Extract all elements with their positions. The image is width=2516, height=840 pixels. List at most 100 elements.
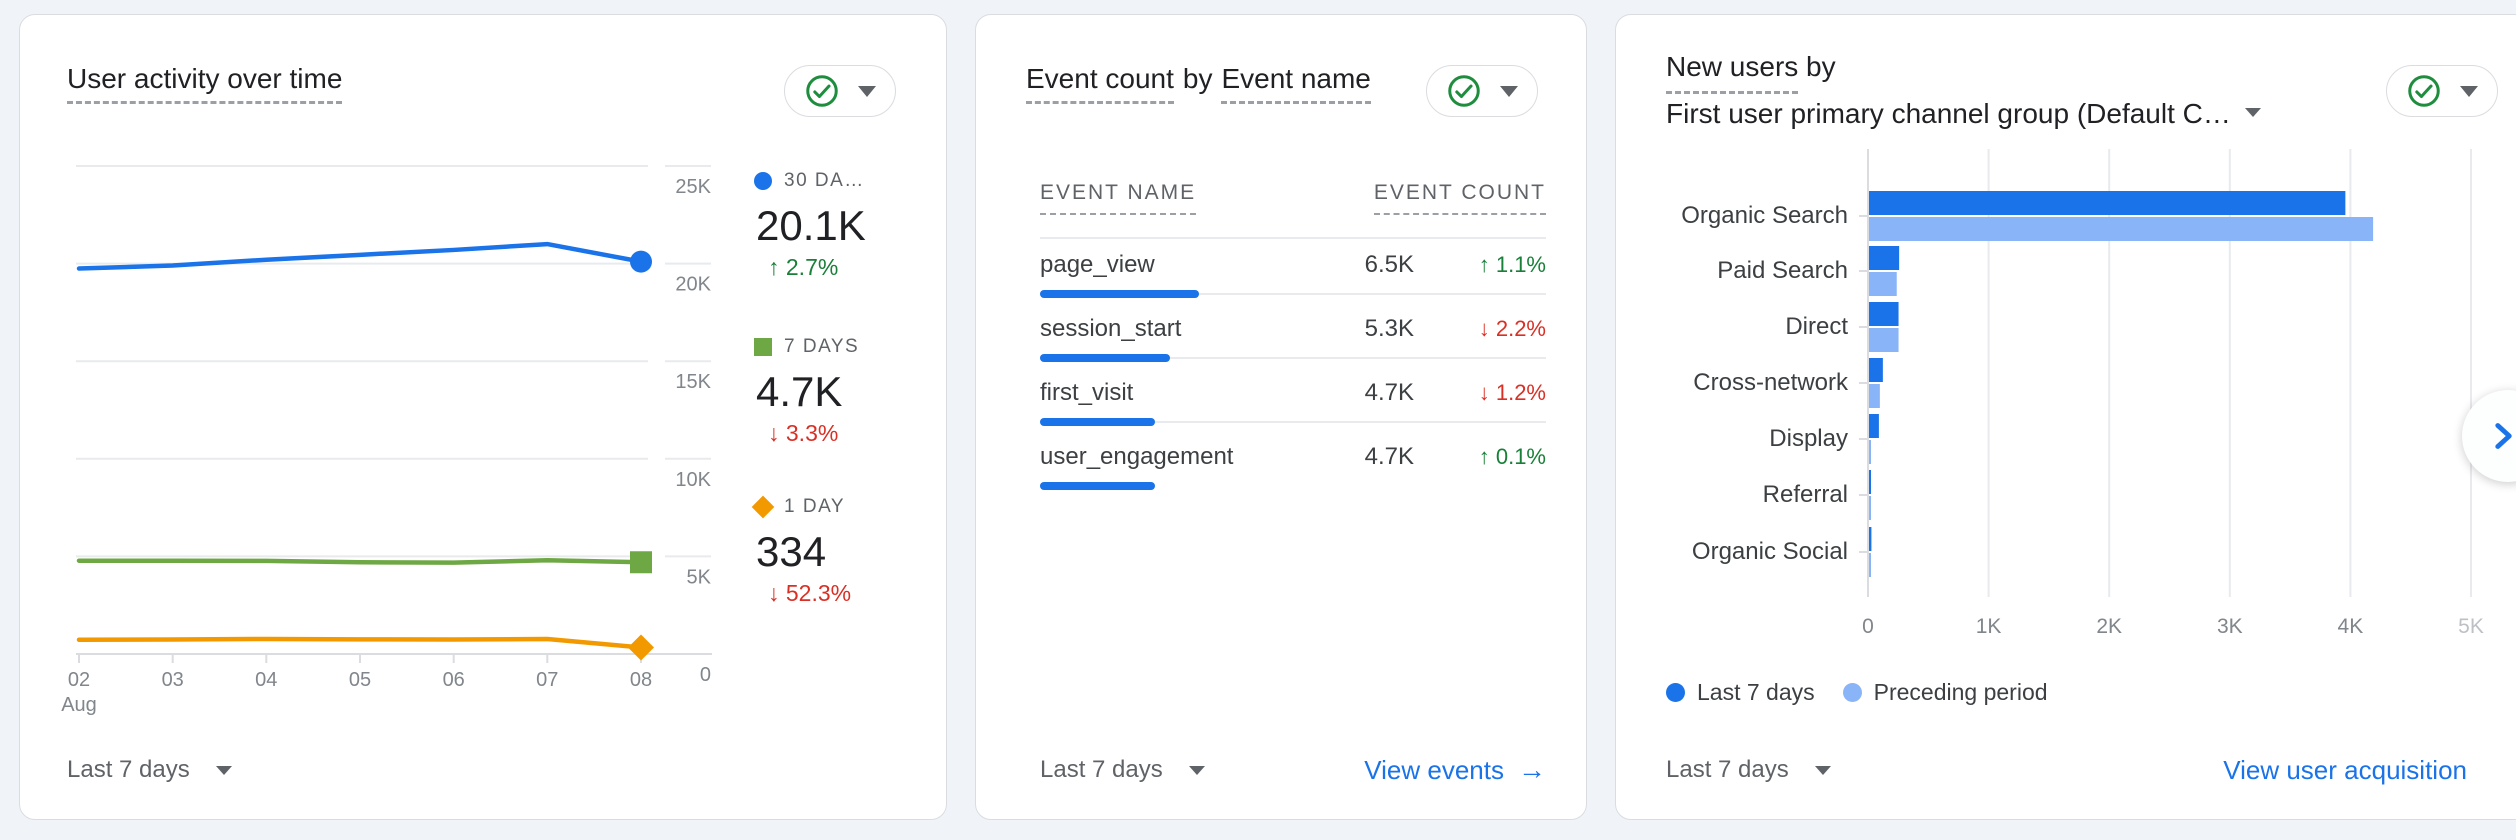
series-marker-30-days (754, 172, 772, 190)
bar-chart-legend: Last 7 days Preceding period (1666, 679, 2048, 706)
svg-text:5K: 5K (687, 566, 712, 588)
event-change: ↓ 1.2% (1414, 380, 1546, 406)
dimension-term-event-name[interactable]: Event name (1221, 63, 1370, 104)
svg-text:10K: 10K (675, 469, 711, 491)
data-quality-button[interactable] (1426, 65, 1538, 117)
card-title-event-count: Event countbyEvent name (1026, 63, 1371, 104)
category-label: Paid Search (1616, 255, 1848, 287)
svg-text:5K: 5K (2458, 615, 2484, 638)
event-bar (1040, 290, 1199, 298)
category-label: Organic Search (1616, 200, 1848, 232)
dimension-selector[interactable]: First user primary channel group (Defaul… (1666, 94, 2261, 134)
metric-value-7-days: 4.7K (754, 367, 944, 417)
right-arrow-icon: → (1518, 754, 1546, 786)
view-user-acquisition-link[interactable]: View user acquisition (2223, 755, 2467, 786)
event-count: 6.5K (1314, 251, 1414, 279)
metric-change-30-days: ↑ 2.7% (754, 251, 944, 283)
category-label: Cross-network (1616, 367, 1848, 399)
card-new-users: New users by First user primary channel … (1615, 14, 2516, 820)
svg-text:Aug: Aug (61, 694, 97, 716)
event-name: page_view (1040, 251, 1314, 279)
category-label: Direct (1616, 311, 1848, 343)
chevron-down-icon (1189, 766, 1205, 775)
time-range-label: Last 7 days (1666, 756, 1789, 784)
svg-text:4K: 4K (2338, 615, 2364, 638)
legend-label: 30 DA… (784, 170, 865, 192)
series-marker-7-days (754, 338, 772, 356)
legend-label: 7 DAYS (784, 336, 859, 358)
category-label: Referral (1616, 479, 1848, 511)
event-count: 4.7K (1314, 443, 1414, 471)
column-header-event-name[interactable]: EVENT NAME (1040, 181, 1196, 215)
metric-term-new-users[interactable]: New users (1666, 47, 1798, 94)
table-row: page_view 6.5K ↑ 1.1% (1040, 239, 1546, 303)
svg-text:04: 04 (255, 669, 277, 691)
metric-change-7-days: ↓ 3.3% (754, 417, 944, 449)
event-bar (1040, 418, 1155, 426)
chevron-down-icon (2460, 86, 2478, 97)
event-name: session_start (1040, 315, 1314, 343)
chevron-down-icon (1500, 86, 1518, 97)
events-table: EVENT NAME EVENT COUNT page_view 6.5K ↑ … (1040, 181, 1546, 495)
svg-text:0: 0 (1862, 615, 1874, 638)
metric-change-1-day: ↓ 52.3% (754, 577, 944, 609)
svg-text:08: 08 (630, 669, 652, 691)
chevron-down-icon (858, 86, 876, 97)
table-row: first_visit 4.7K ↓ 1.2% (1040, 367, 1546, 431)
time-range-selector[interactable]: Last 7 days (1040, 753, 1205, 787)
legend-dot (1843, 683, 1862, 702)
event-count: 4.7K (1314, 379, 1414, 407)
card-user-activity: User activity over time 25K 20K 15K 10K 5K 0 0… (19, 14, 947, 820)
svg-text:2K: 2K (2096, 615, 2122, 638)
title-conjunction: by (1798, 51, 1835, 82)
metric-term-event-count[interactable]: Event count (1026, 63, 1174, 104)
event-bar (1040, 482, 1155, 490)
time-range-selector[interactable]: Last 7 days (1666, 753, 1831, 787)
svg-text:1K: 1K (1976, 615, 2002, 638)
svg-text:3K: 3K (2217, 615, 2243, 638)
svg-text:20K: 20K (675, 274, 711, 296)
category-label: Display (1616, 423, 1848, 455)
event-count: 5.3K (1314, 315, 1414, 343)
svg-text:03: 03 (162, 669, 184, 691)
time-range-label: Last 7 days (67, 756, 190, 784)
dimension-label: First user primary channel group (Defaul… (1666, 98, 2231, 129)
legend-label: 1 DAY (784, 496, 845, 518)
event-change: ↑ 1.1% (1414, 252, 1546, 278)
metric-value-30-days: 20.1K (754, 201, 944, 251)
chevron-right-icon (2484, 417, 2516, 455)
card-event-count: Event countbyEvent name EVENT NAME EVENT… (975, 14, 1587, 820)
legend-item-1-day: 1 DAY 334 ↓ 52.3% (754, 491, 944, 609)
svg-text:02: 02 (68, 669, 90, 691)
svg-text:0: 0 (700, 664, 711, 686)
ga-dashboard-cards-row: User activity over time 25K 20K 15K 10K 5K 0 0… (0, 0, 2516, 840)
event-change: ↑ 0.1% (1414, 444, 1546, 470)
column-header-event-count[interactable]: EVENT COUNT (1374, 181, 1546, 215)
check-circle-icon (1446, 73, 1482, 109)
svg-text:05: 05 (349, 669, 371, 691)
category-label: Organic Social (1616, 536, 1848, 568)
svg-text:15K: 15K (675, 371, 711, 393)
svg-text:06: 06 (443, 669, 465, 691)
svg-text:07: 07 (536, 669, 558, 691)
data-quality-button[interactable] (2386, 65, 2498, 117)
svg-text:25K: 25K (675, 176, 711, 198)
view-events-link[interactable]: View events → (1364, 754, 1546, 786)
chevron-down-icon (216, 766, 232, 775)
table-row: user_engagement 4.7K ↑ 0.1% (1040, 431, 1546, 495)
time-range-selector[interactable]: Last 7 days (67, 753, 232, 787)
check-circle-icon (804, 73, 840, 109)
legend-item-7-days: 7 DAYS 4.7K ↓ 3.3% (754, 331, 944, 449)
event-name: user_engagement (1040, 443, 1314, 471)
metric-value-1-day: 334 (754, 527, 944, 577)
chevron-down-icon (2245, 108, 2261, 117)
data-quality-button[interactable] (784, 65, 896, 117)
chevron-down-icon (1815, 766, 1831, 775)
card-title-new-users: New users by First user primary channel … (1666, 47, 2261, 134)
metric-term-user-activity[interactable]: User activity over time (67, 63, 342, 104)
event-name: first_visit (1040, 379, 1314, 407)
card-title-user-activity: User activity over time (67, 63, 342, 104)
event-change: ↓ 2.2% (1414, 316, 1546, 342)
legend-item-30-days: 30 DA… 20.1K ↑ 2.7% (754, 165, 944, 283)
legend-label: Preceding period (1874, 679, 2048, 706)
